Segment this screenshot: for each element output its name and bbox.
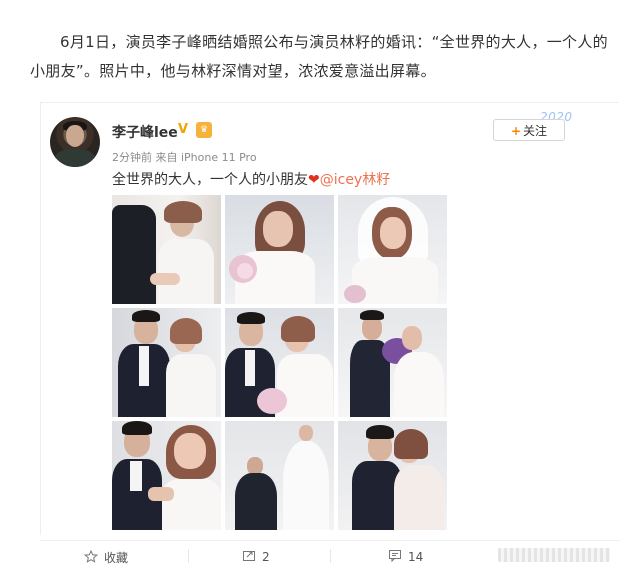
follow-button[interactable]: + 关注	[493, 119, 565, 141]
divider	[188, 549, 189, 563]
favorite-label: 收藏	[104, 551, 129, 565]
comment-icon	[388, 549, 402, 563]
article-paragraph: 6月1日，演员李子峰晒结婚照公布与演员林籽的婚讯：“全世界的大人，一个人的小朋友…	[30, 33, 608, 80]
comment-count: 14	[408, 550, 424, 564]
favorite-button[interactable]: 收藏	[83, 549, 129, 566]
photo-9[interactable]	[338, 421, 447, 530]
post-body: 全世界的大人，一个人的小朋友	[112, 172, 308, 188]
repost-count: 2	[262, 550, 270, 564]
photo-5[interactable]	[225, 308, 334, 417]
follow-label: 关注	[523, 124, 548, 138]
photo-7[interactable]	[112, 421, 221, 530]
repost-button[interactable]: 2	[242, 549, 270, 564]
plus-icon: +	[510, 124, 522, 138]
photo-grid	[112, 195, 448, 532]
photo-2[interactable]	[225, 195, 334, 304]
vip-crown-icon: ♛	[196, 122, 212, 138]
repost-icon	[242, 549, 256, 561]
photo-8[interactable]	[225, 421, 334, 530]
username[interactable]: 李子峰lee	[112, 122, 178, 142]
verified-icon: V	[178, 122, 189, 137]
post-text: 全世界的大人，一个人的小朋友❤@icey林籽	[112, 169, 390, 189]
divider	[330, 549, 331, 563]
post-meta: 2分钟前 来自 iPhone 11 Pro	[112, 151, 257, 164]
heart-icon: ❤	[308, 172, 320, 188]
photo-1[interactable]	[112, 195, 221, 304]
star-icon	[83, 549, 99, 563]
photo-3[interactable]	[338, 195, 447, 304]
avatar[interactable]	[50, 117, 100, 167]
comment-button[interactable]: 14	[388, 549, 423, 564]
photo-6[interactable]	[338, 308, 447, 417]
mention-link[interactable]: @icey林籽	[320, 172, 391, 188]
photo-4[interactable]	[112, 308, 221, 417]
watermark	[498, 548, 610, 562]
